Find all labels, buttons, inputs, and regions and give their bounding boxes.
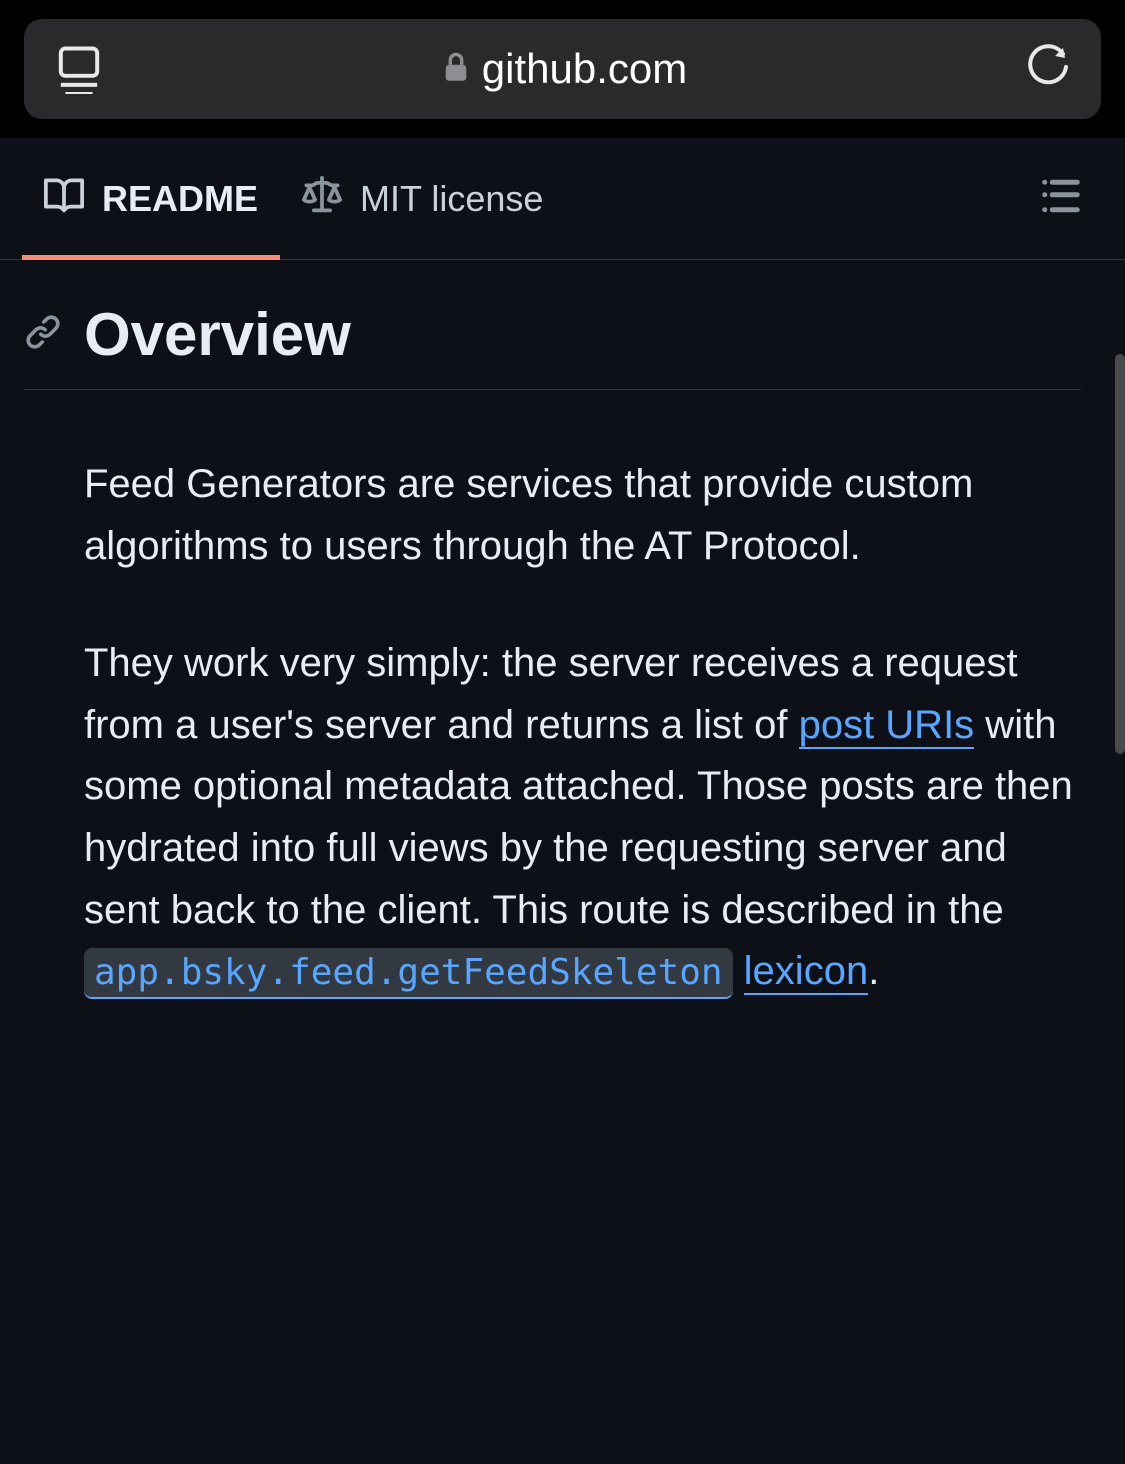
readme-content: Overview Feed Generators are services th… <box>0 260 1125 1099</box>
tab-license[interactable]: MIT license <box>280 138 565 259</box>
url-text: github.com <box>482 45 687 93</box>
url-display[interactable]: github.com <box>104 45 1025 93</box>
heading-overview: Overview <box>24 300 1081 390</box>
paragraph-1: Feed Generators are services that provid… <box>84 454 1081 577</box>
heading-text: Overview <box>84 300 351 369</box>
code-getfeedskeleton: app.bsky.feed.getFeedSkeleton <box>84 948 733 999</box>
scrollbar[interactable] <box>1115 354 1125 754</box>
book-icon <box>44 176 84 221</box>
tab-license-label: MIT license <box>360 178 543 220</box>
url-bar[interactable]: github.com <box>24 19 1101 119</box>
tabs-icon[interactable] <box>54 44 104 94</box>
tab-readme-label: README <box>102 178 258 220</box>
tab-readme[interactable]: README <box>22 138 280 259</box>
para2-text-c: . <box>868 949 879 993</box>
outline-icon[interactable] <box>1041 176 1081 221</box>
refresh-icon[interactable] <box>1025 44 1071 95</box>
paragraph-2: They work very simply: the server receiv… <box>84 633 1081 1003</box>
page-content: README MIT license Overview <box>0 138 1125 1099</box>
link-post-uris[interactable]: post URIs <box>799 703 975 749</box>
browser-address-bar: github.com <box>0 0 1125 138</box>
anchor-link-icon[interactable] <box>24 313 62 356</box>
law-icon <box>302 176 342 221</box>
link-lexicon[interactable]: lexicon <box>744 949 869 995</box>
readme-tabs: README MIT license <box>0 138 1125 260</box>
link-lexicon-code[interactable]: app.bsky.feed.getFeedSkeleton <box>84 949 733 993</box>
lock-icon <box>442 51 470 88</box>
